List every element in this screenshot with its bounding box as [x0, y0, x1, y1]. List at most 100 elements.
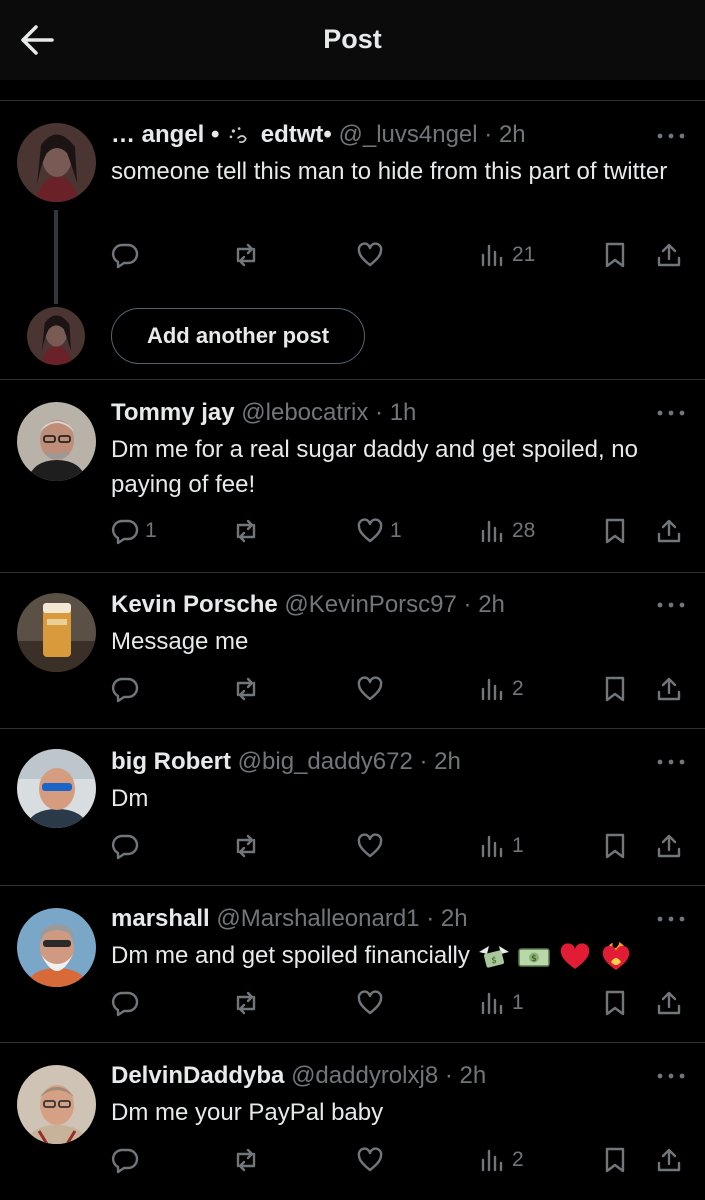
- bookmark-icon: [605, 676, 625, 702]
- display-name[interactable]: Tommy jay: [111, 399, 235, 426]
- reply-icon: [111, 1148, 139, 1174]
- views-count: 2: [512, 1148, 524, 1171]
- post-timestamp: · 2h: [444, 1062, 487, 1089]
- like-button[interactable]: [356, 1143, 390, 1177]
- share-icon: [657, 991, 681, 1015]
- user-handle[interactable]: @big_daddy672: [238, 748, 413, 775]
- views-button[interactable]: 1: [478, 829, 524, 863]
- display-name[interactable]: marshall: [111, 905, 210, 932]
- reply-button[interactable]: 1: [111, 514, 157, 548]
- user-handle[interactable]: @Marshalleonard1: [216, 905, 419, 932]
- more-dots-icon[interactable]: [655, 914, 687, 924]
- views-icon: [481, 992, 503, 1015]
- repost-icon: [236, 677, 256, 701]
- avatar[interactable]: [17, 123, 96, 202]
- like-count: 1: [390, 519, 402, 542]
- bookmark-button[interactable]: [601, 829, 629, 863]
- reply-button[interactable]: [111, 1143, 145, 1177]
- post-actions: 2: [0, 672, 705, 706]
- views-button[interactable]: 21: [478, 238, 535, 272]
- share-button[interactable]: [655, 986, 683, 1020]
- top-bar: Post: [0, 0, 705, 80]
- repost-icon: [236, 991, 256, 1015]
- red-heart-emoji-icon: [560, 942, 590, 969]
- share-button[interactable]: [655, 829, 683, 863]
- reply-button[interactable]: [111, 986, 145, 1020]
- composer-avatar: [27, 307, 85, 365]
- avatar[interactable]: [17, 402, 96, 481]
- avatar[interactable]: [17, 749, 96, 828]
- avatar[interactable]: [17, 593, 96, 672]
- like-button[interactable]: [356, 238, 390, 272]
- more-dots-icon[interactable]: [655, 408, 687, 418]
- post-text: Message me: [111, 628, 249, 655]
- repost-button[interactable]: [232, 1143, 266, 1177]
- views-button[interactable]: 1: [478, 986, 524, 1020]
- display-name[interactable]: DelvinDaddyba: [111, 1062, 284, 1089]
- share-button[interactable]: [655, 1143, 683, 1177]
- heart-icon: [357, 676, 383, 701]
- add-another-post-button[interactable]: Add another post: [111, 308, 365, 364]
- more-dots-icon[interactable]: [655, 131, 687, 141]
- reply-button[interactable]: [111, 238, 145, 272]
- user-handle[interactable]: @_luvs4ngel: [339, 121, 478, 148]
- views-count: 1: [512, 834, 524, 857]
- display-name[interactable]: big Robert: [111, 748, 231, 775]
- views-count: 28: [512, 519, 536, 542]
- bookmark-button[interactable]: [601, 238, 629, 272]
- reply-button[interactable]: [111, 829, 145, 863]
- post-text: Dm me your PayPal baby: [111, 1099, 384, 1126]
- bookmark-button[interactable]: [601, 672, 629, 706]
- bookmark-button[interactable]: [601, 986, 629, 1020]
- bookmark-button[interactable]: [601, 1143, 629, 1177]
- post-timestamp: · 2h: [419, 748, 461, 775]
- repost-button[interactable]: [232, 829, 266, 863]
- post-text: Dm: [111, 785, 149, 812]
- reply-icon: [111, 991, 139, 1017]
- views-icon: [481, 520, 503, 543]
- like-button[interactable]: [356, 986, 390, 1020]
- bookmark-icon: [605, 518, 625, 544]
- share-button[interactable]: [655, 238, 683, 272]
- like-button[interactable]: 1: [356, 514, 402, 548]
- reply-button[interactable]: [111, 672, 145, 706]
- share-button[interactable]: [655, 514, 683, 548]
- views-button[interactable]: 28: [478, 514, 535, 548]
- views-button[interactable]: 2: [478, 1143, 524, 1177]
- post-item[interactable]: big Robert @big_daddy672 · 2h Dm 1: [0, 729, 705, 886]
- views-icon: [481, 835, 503, 858]
- post-item[interactable]: DelvinDaddyba @daddyrolxj8 · 2h Dm me yo…: [0, 1043, 705, 1200]
- avatar[interactable]: [17, 1065, 96, 1144]
- post-item[interactable]: marshall @Marshalleonard1 · 2h Dm me and…: [0, 886, 705, 1043]
- post-item[interactable]: Kevin Porsche @KevinPorsc97 · 2h Message…: [0, 573, 705, 729]
- like-button[interactable]: [356, 672, 390, 706]
- repost-button[interactable]: [232, 238, 266, 272]
- repost-button[interactable]: [232, 672, 266, 706]
- display-name[interactable]: Kevin Porsche: [111, 591, 278, 618]
- more-dots-icon[interactable]: [655, 757, 687, 767]
- repost-button[interactable]: [232, 986, 266, 1020]
- post-text: someone tell this man to hide from this …: [111, 158, 668, 185]
- repost-icon: [236, 1148, 256, 1172]
- post-text: Dm me and get spoiled financially: [111, 942, 470, 969]
- more-dots-icon[interactable]: [655, 1071, 687, 1081]
- share-button[interactable]: [655, 672, 683, 706]
- post-timestamp: · 2h: [484, 121, 526, 148]
- heart-icon: [357, 833, 383, 858]
- like-button[interactable]: [356, 829, 390, 863]
- bookmark-button[interactable]: [601, 514, 629, 548]
- user-handle[interactable]: @lebocatrix: [241, 399, 368, 426]
- user-handle[interactable]: @KevinPorsc97: [284, 591, 456, 618]
- repost-button[interactable]: [232, 514, 266, 548]
- reply-icon: [111, 519, 139, 545]
- views-icon: [481, 678, 503, 701]
- display-name[interactable]: … angel •: [111, 121, 219, 148]
- user-handle[interactable]: @daddyrolxj8: [291, 1062, 438, 1089]
- views-icon: [481, 244, 503, 267]
- post-item[interactable]: Tommy jay @lebocatrix · 1h Dm me for a r…: [0, 380, 705, 573]
- more-dots-icon[interactable]: [655, 600, 687, 610]
- post-timestamp: · 2h: [463, 591, 505, 618]
- avatar[interactable]: [17, 908, 96, 987]
- views-button[interactable]: 2: [478, 672, 524, 706]
- post-actions: 21: [0, 238, 705, 272]
